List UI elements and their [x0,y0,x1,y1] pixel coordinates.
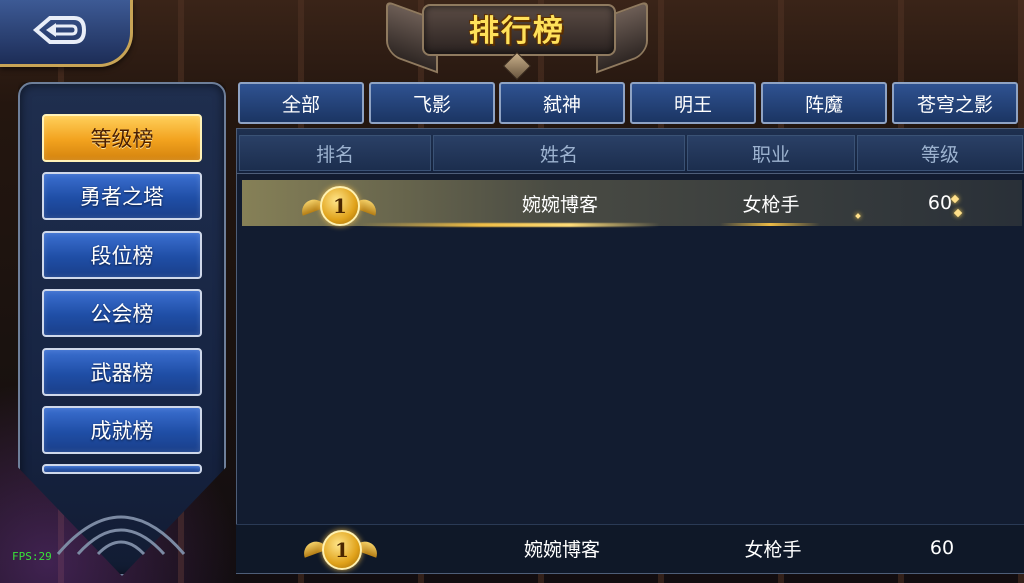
tab-cangqiong[interactable]: 苍穹之影 [892,82,1018,124]
sidebar-item-guild-rank[interactable]: 公会榜 [42,289,202,337]
sidebar-item-level-rank[interactable]: 等级榜 [42,114,202,162]
tab-zhenmo[interactable]: 阵魔 [761,82,887,124]
sidebar-item-hero-tower[interactable]: 勇者之塔 [42,172,202,220]
tab-all[interactable]: 全部 [238,82,364,124]
row-job: 女枪手 [742,193,800,216]
rank-medal-icon: 1 [320,186,360,226]
title-gem-icon [502,51,532,81]
sidebar-item-weapon-rank[interactable]: 武器榜 [42,348,202,396]
column-header-rank: 排名 [239,135,431,171]
sidebar-item-partial[interactable] [42,464,202,474]
back-button[interactable] [0,0,133,67]
sidebar-item-tier-rank[interactable]: 段位榜 [42,231,202,279]
sidebar-item-achievement-rank[interactable]: 成就榜 [42,406,202,454]
title-banner: 排行榜 [382,0,652,81]
tab-feiying[interactable]: 飞影 [369,82,495,124]
self-rank-medal-icon: 1 [322,530,362,570]
column-header-level: 等级 [857,135,1023,171]
tab-mingwang[interactable]: 明王 [630,82,756,124]
self-name: 婉婉博客 [523,538,600,561]
table-header: 排名 姓名 职业 等级 [237,129,1024,174]
row-name: 婉婉博客 [521,193,598,216]
row-level: 60 [927,192,953,214]
tab-shishen[interactable]: 弑神 [499,82,625,124]
fps-counter: FPS:29 [12,550,52,563]
self-level: 60 [929,537,955,559]
sidebar-ornament [56,515,186,556]
back-arrow-icon [32,12,87,52]
self-job: 女枪手 [744,538,802,561]
column-header-name: 姓名 [433,135,685,171]
column-header-job: 职业 [687,135,855,171]
page-title: 排行榜 [469,14,565,49]
